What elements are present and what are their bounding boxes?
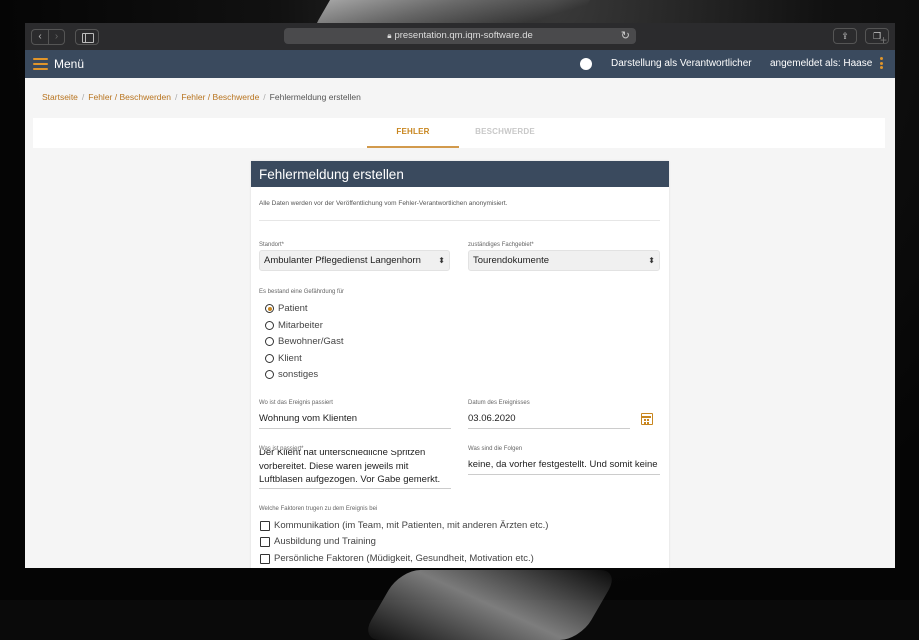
radio-patient[interactable]: Patient [265, 303, 308, 314]
was-value: Der Klient hat unterschiedliche Spritzen… [259, 450, 441, 485]
checkbox-icon [260, 520, 270, 531]
browser-toolbar: ‹ › 🔒︎ presentation.qm.iqm-software.de ↻ ⇪… [25, 23, 895, 50]
presentation-toggle[interactable] [578, 58, 598, 70]
checkbox-icon [260, 553, 270, 564]
radio-klient[interactable]: Klient [265, 353, 302, 364]
screen: ‹ › 🔒︎ presentation.qm.iqm-software.de ↻ ⇪… [25, 23, 895, 568]
divider [259, 220, 660, 221]
radio-label: Klient [278, 353, 302, 364]
history-nav: ‹ › [31, 28, 65, 45]
new-tab-icon[interactable]: + [880, 33, 919, 47]
forward-icon[interactable]: › [48, 29, 64, 44]
menu-label[interactable]: Menü [54, 57, 84, 71]
gefaehrdung-label: Es bestand eine Gefährdung für [259, 289, 345, 295]
sidebar-toggle-icon[interactable] [75, 28, 99, 45]
ort-label: Wo ist das Ereignis passiert [259, 400, 333, 406]
breadcrumb: Startseite / Fehler / Beschwerden / Fehler /… [42, 92, 361, 102]
breadcrumb-link-startseite[interactable]: Startseite [42, 92, 78, 102]
fachgebiet-label: zuständiges Fachgebiet* [468, 242, 534, 248]
select-arrows-icon: ⬍ [648, 256, 655, 265]
was-textarea[interactable]: Der Klient hat unterschiedliche Spritzen… [259, 450, 451, 489]
address-bar[interactable]: 🔒︎ presentation.qm.iqm-software.de ↻ [284, 28, 636, 44]
radio-selected-icon [265, 304, 274, 313]
menu-icon[interactable] [33, 58, 48, 70]
calendar-icon[interactable] [641, 413, 653, 425]
tab-fehler[interactable]: FEHLER [367, 118, 459, 148]
error-report-form: Fehlermeldung erstellen Alle Daten werde… [251, 161, 669, 568]
share-icon[interactable]: ⇪ [833, 28, 857, 44]
back-icon[interactable]: ‹ [32, 30, 48, 44]
radio-mitarbeiter[interactable]: Mitarbeiter [265, 320, 323, 331]
tab-beschwerde[interactable]: BESCHWERDE [459, 118, 551, 148]
checkbox-label: Ausbildung und Training [274, 536, 376, 547]
radio-label: Bewohner/Gast [278, 336, 344, 347]
logged-in-user: angemeldet als: Haase [770, 58, 873, 69]
url-text: presentation.qm.iqm-software.de [394, 30, 533, 41]
radio-label: Mitarbeiter [278, 320, 323, 331]
lock-icon: 🔒︎ [387, 31, 392, 40]
checkbox-kommunikation[interactable]: Kommunikation (im Team, mit Patienten, m… [260, 520, 548, 531]
standort-label: Standort* [259, 242, 285, 248]
checkbox-ausbildung[interactable]: Ausbildung und Training [260, 536, 376, 547]
folgen-label: Was sind die Folgen [468, 446, 523, 452]
breadcrumb-link-fehler-beschwerden[interactable]: Fehler / Beschwerden [88, 92, 171, 102]
checkbox-persoenliche-faktoren[interactable]: Persönliche Faktoren (Müdigkeit, Gesundh… [260, 553, 534, 564]
radio-sonstiges[interactable]: sonstiges [265, 369, 318, 380]
app-header: Menü Darstellung als Verantwortlicher an… [25, 50, 895, 78]
standort-select[interactable]: Ambulanter Pflegedienst Langenhorn ⬍ [259, 250, 450, 271]
folgen-input[interactable]: keine, da vorher festgestellt. Und somit… [468, 459, 660, 475]
fachgebiet-value: Tourendokumente [473, 255, 550, 266]
radio-bewohner-gast[interactable]: Bewohner/Gast [265, 336, 343, 347]
ort-input[interactable]: Wohnung vom Klienten [259, 413, 451, 429]
datum-label: Datum des Ereignisses [468, 400, 530, 406]
checkbox-label: Persönliche Faktoren (Müdigkeit, Gesundh… [274, 553, 534, 564]
radio-label: Patient [278, 303, 308, 314]
checkbox-icon [260, 536, 270, 547]
radio-icon [265, 321, 274, 330]
bezel-reflection-bottom [359, 570, 621, 640]
reload-icon[interactable]: ↻ [621, 28, 630, 44]
radio-label: sonstiges [278, 369, 319, 380]
more-options-icon[interactable] [880, 57, 883, 69]
radio-icon [265, 354, 274, 363]
radio-icon [265, 370, 274, 379]
breadcrumb-link-fehler-beschwerde[interactable]: Fehler / Beschwerde [181, 92, 259, 102]
standort-value: Ambulanter Pflegedienst Langenhorn [264, 255, 421, 266]
tab-bar: FEHLER BESCHWERDE [33, 118, 885, 148]
faktoren-label: Welche Faktoren trugen zu dem Ereignis b… [259, 506, 378, 512]
breadcrumb-current: Fehlermeldung erstellen [269, 92, 361, 102]
presentation-toggle-label: Darstellung als Verantwortlicher [611, 58, 752, 69]
checkbox-label: Kommunikation (im Team, mit Patienten, m… [274, 520, 549, 531]
datum-input[interactable]: 03.06.2020 [468, 413, 630, 429]
fachgebiet-select[interactable]: Tourendokumente ⬍ [468, 250, 660, 271]
select-arrows-icon: ⬍ [438, 256, 445, 265]
radio-icon [265, 337, 274, 346]
anonymization-info: Alle Daten werden vor der Veröffentlichu… [259, 200, 508, 207]
form-title: Fehlermeldung erstellen [251, 161, 669, 187]
